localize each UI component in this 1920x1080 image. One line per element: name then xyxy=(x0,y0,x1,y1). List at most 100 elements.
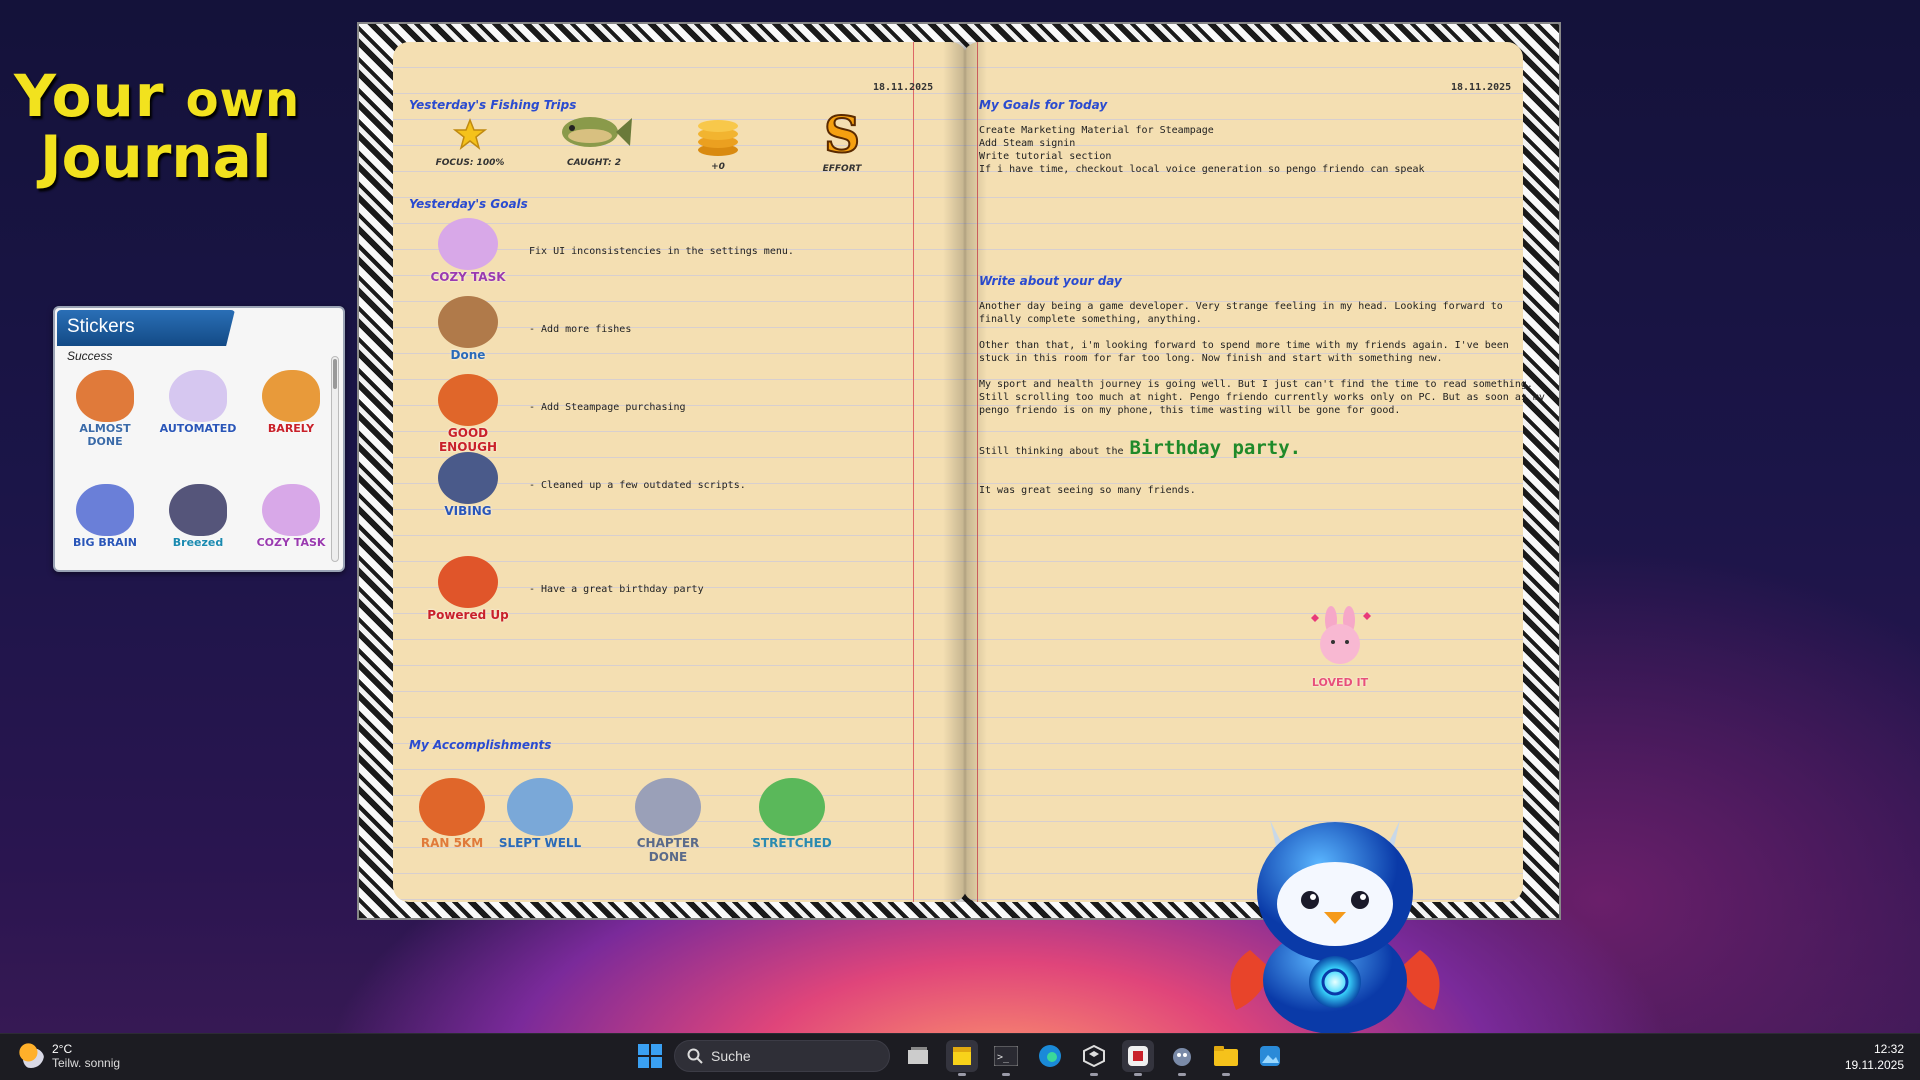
right-page-date: 18.11.2025 xyxy=(1451,82,1511,93)
search-icon xyxy=(687,1048,703,1064)
sticker-category: Success xyxy=(67,349,112,363)
taskbar-apps: Suche >_ xyxy=(638,1040,1286,1072)
goal-text[interactable]: - Cleaned up a few outdated scripts. xyxy=(529,480,746,491)
sticker-label: CHAPTER DONE xyxy=(621,836,715,864)
weather-icon xyxy=(18,1042,44,1068)
sticker-art xyxy=(76,370,134,422)
effort-s-icon: S xyxy=(814,108,870,160)
pengo-mascot-icon[interactable] xyxy=(1210,800,1460,1036)
birthday-line[interactable]: Still thinking about the Birthday party. xyxy=(979,442,1301,458)
goal-sticker-done[interactable]: Done xyxy=(427,296,509,362)
goal-sticker-vibing[interactable]: VIBING xyxy=(427,452,509,518)
day-paragraph-2[interactable]: Other than that, i'm looking forward to … xyxy=(979,339,1509,365)
goal-sticker-cozy-task[interactable]: COZY TASK xyxy=(427,218,509,284)
sticker-label: Done xyxy=(427,348,509,362)
coins-icon xyxy=(692,112,744,158)
star-icon xyxy=(450,114,490,154)
file-explorer-icon[interactable] xyxy=(1210,1040,1242,1072)
sticker-label: BARELY xyxy=(251,422,331,435)
taskbar-search[interactable]: Suche xyxy=(674,1040,890,1072)
goals-today-text[interactable]: Create Marketing Material for Steampage … xyxy=(979,124,1425,176)
task-view-icon[interactable] xyxy=(902,1040,934,1072)
yesterdays-goals-heading: Yesterday's Goals xyxy=(409,197,528,211)
sticker-art xyxy=(262,370,320,422)
app-title: Your own Journal xyxy=(14,66,300,188)
accomplishment-ran-5km[interactable]: RAN 5KM xyxy=(405,778,499,850)
trip-focus: FOCUS: 100% xyxy=(425,114,515,168)
title-your: Your xyxy=(14,62,164,130)
journal-right-page: 18.11.2025 My Goals for Today Create Mar… xyxy=(963,42,1523,902)
unity-icon[interactable] xyxy=(1078,1040,1110,1072)
sticker-label: SLEPT WELL xyxy=(493,836,587,850)
sticker-almost-done[interactable]: ALMOST DONE xyxy=(65,370,145,450)
accomplishments-heading: My Accomplishments xyxy=(409,738,551,752)
stickers-scrollbar[interactable] xyxy=(331,356,339,562)
journal-book: 18.11.2025 Yesterday's Fishing Trips FOC… xyxy=(357,22,1561,920)
weather-desc: Teilw. sonnig xyxy=(52,1056,120,1070)
day-paragraph-1[interactable]: Another day being a game developer. Very… xyxy=(979,300,1503,326)
day-paragraph-3[interactable]: My sport and health journey is going wel… xyxy=(979,378,1545,417)
sticker-automated[interactable]: AUTOMATED xyxy=(158,370,238,450)
svg-text:>_: >_ xyxy=(997,1052,1010,1063)
title-journal: Journal xyxy=(40,127,300,188)
sticker-art xyxy=(438,374,498,426)
accomplishment-slept-well[interactable]: SLEPT WELL xyxy=(493,778,587,850)
sticker-label: COZY TASK xyxy=(427,270,509,284)
loved-it-sticker[interactable]: LOVED IT xyxy=(1299,606,1381,689)
search-placeholder: Suche xyxy=(711,1048,751,1064)
sticker-label: GOOD ENOUGH xyxy=(427,426,509,454)
sticky-notes-icon[interactable] xyxy=(946,1040,978,1072)
windows-start-icon[interactable] xyxy=(638,1044,662,1068)
trip-caught: CAUGHT: 2 xyxy=(549,108,639,168)
sticker-label: RAN 5KM xyxy=(405,836,499,850)
sticker-label: Powered Up xyxy=(427,608,509,622)
sticker-breezed[interactable]: Breezed xyxy=(158,484,238,564)
system-clock[interactable]: 12:32 19.11.2025 xyxy=(1845,1041,1904,1073)
weather-widget[interactable]: 2°C Teilw. sonnig xyxy=(18,1042,120,1070)
goal-text[interactable]: - Add more fishes xyxy=(529,324,631,335)
accomplishment-stretched[interactable]: STRETCHED xyxy=(745,778,839,850)
photos-icon[interactable] xyxy=(1254,1040,1286,1072)
birthday-party-text: Birthday party. xyxy=(1130,442,1302,455)
stickers-tab[interactable]: Stickers xyxy=(57,310,235,346)
sticker-barely[interactable]: BARELY xyxy=(251,370,331,450)
goal-sticker-powered-up[interactable]: Powered Up xyxy=(427,556,509,622)
goal-sticker-good-enough[interactable]: GOOD ENOUGH xyxy=(427,374,509,454)
goal-text[interactable]: - Have a great birthday party xyxy=(529,584,704,595)
terminal-icon[interactable]: >_ xyxy=(990,1040,1022,1072)
fish-icon xyxy=(554,108,634,154)
last-line[interactable]: It was great seeing so many friends. xyxy=(979,484,1196,497)
accomplishment-chapter-done[interactable]: CHAPTER DONE xyxy=(621,778,715,864)
journal-left-page: 18.11.2025 Yesterday's Fishing Trips FOC… xyxy=(393,42,967,902)
goal-text[interactable]: Fix UI inconsistencies in the settings m… xyxy=(529,246,794,257)
goal-text[interactable]: - Add Steampage purchasing xyxy=(529,402,686,413)
sticker-label: Breezed xyxy=(158,536,238,549)
edge-browser-icon[interactable] xyxy=(1034,1040,1066,1072)
sticker-label: BIG BRAIN xyxy=(65,536,145,549)
sticker-art xyxy=(438,452,498,504)
sticker-art xyxy=(169,484,227,536)
sticker-cozy-task[interactable]: COZY TASK xyxy=(251,484,331,564)
clock-time: 12:32 xyxy=(1845,1041,1904,1057)
sticker-art xyxy=(759,778,825,836)
sticker-label: COZY TASK xyxy=(251,536,331,549)
taskbar: 2°C Teilw. sonnig Suche >_ 12:32 19.11.2… xyxy=(0,1033,1920,1080)
sticker-art xyxy=(507,778,573,836)
trip-coins: +0 xyxy=(673,112,763,172)
sticker-label: STRETCHED xyxy=(745,836,839,850)
sticker-label: AUTOMATED xyxy=(158,422,238,435)
sticker-art xyxy=(438,296,498,348)
pink-bunny-icon xyxy=(1305,606,1375,672)
mascot-app-icon[interactable] xyxy=(1166,1040,1198,1072)
stickers-panel: Stickers Success ALMOST DONE AUTOMATED BAR… xyxy=(53,306,345,572)
book-spine xyxy=(943,42,987,902)
sticker-big-brain[interactable]: BIG BRAIN xyxy=(65,484,145,564)
sticker-art xyxy=(262,484,320,536)
game-app-icon[interactable] xyxy=(1122,1040,1154,1072)
sticker-art xyxy=(438,218,498,270)
weather-temp: 2°C xyxy=(52,1042,120,1056)
goals-today-heading: My Goals for Today xyxy=(979,98,1107,112)
sticker-art xyxy=(419,778,485,836)
sticker-art xyxy=(438,556,498,608)
sticker-label: VIBING xyxy=(427,504,509,518)
